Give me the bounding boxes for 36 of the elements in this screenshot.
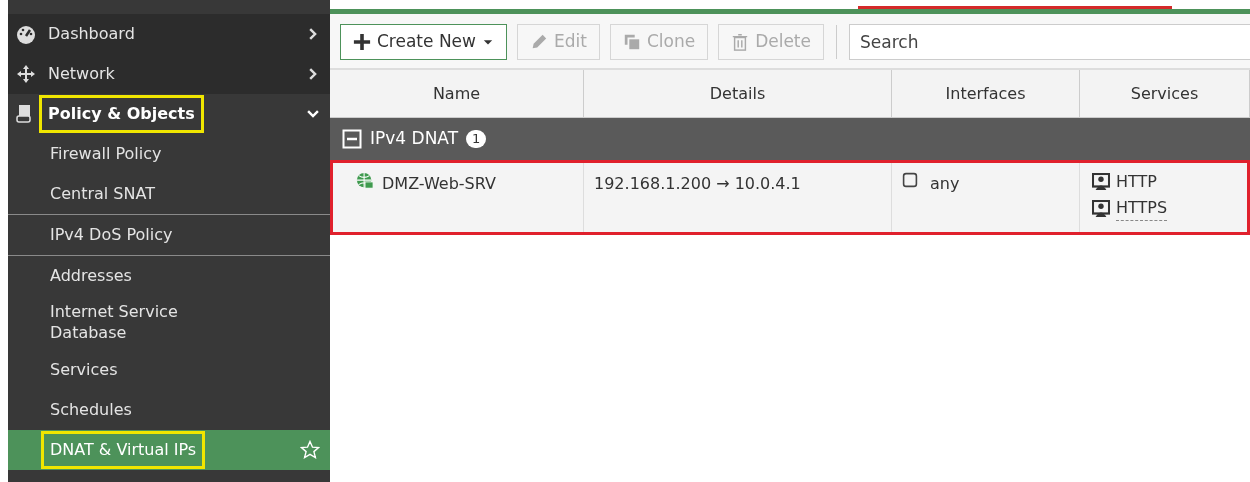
service-link[interactable]: HTTP [1116, 170, 1157, 194]
column-header[interactable]: Details [584, 70, 892, 118]
sidebar-item[interactable]: Firewall Policy [8, 134, 330, 174]
move-arrows-icon [16, 64, 36, 84]
globe-icon [356, 172, 374, 190]
sidebar-item[interactable]: Internet Service Database [8, 296, 330, 350]
table-cell-text: 192.168.1.200 → 10.0.4.1 [594, 173, 801, 195]
table-row[interactable]: DMZ-Web-SRV 192.168.1.200 → 10.0.4.1 any HTTP HTTPS [330, 160, 1250, 235]
create-new-button[interactable]: Create New [340, 24, 507, 60]
sidebar-item[interactable]: Central SNAT [8, 174, 330, 214]
trash-icon [731, 33, 750, 51]
group-label: IPv4 DNAT [370, 127, 459, 151]
clone-icon [622, 33, 641, 51]
sidebar-item[interactable]: Addresses [8, 256, 330, 296]
sidebar-item[interactable]: Policy & Objects [8, 94, 330, 134]
sidebar-item[interactable]: Services [8, 349, 330, 390]
sidebar-item[interactable]: Schedules [8, 389, 330, 430]
monitor-user-icon [1092, 173, 1110, 191]
column-header[interactable]: Services [1080, 70, 1250, 118]
sidebar-item[interactable]: Network [8, 54, 330, 94]
search-field[interactable]: Search [849, 24, 1250, 60]
sidebar-item-selected[interactable]: DNAT & Virtual IPs [8, 429, 330, 470]
checkbox-icon [902, 172, 918, 188]
table-cell-text: DMZ-Web-SRV [382, 173, 496, 195]
star-icon [300, 439, 320, 460]
interface-label: any [930, 173, 960, 195]
column-header[interactable]: Interfaces [892, 70, 1080, 118]
column-header[interactable]: Name [330, 70, 584, 118]
sidebar-item[interactable]: Dashboard [8, 14, 330, 54]
plus-icon [353, 33, 371, 51]
service-link[interactable]: HTTPS [1116, 196, 1168, 221]
monitor-user-icon [1092, 199, 1110, 218]
count-badge: 1 [466, 130, 487, 148]
pencil-icon [530, 33, 548, 51]
sidebar-item[interactable]: IPv4 DoS Policy [8, 215, 330, 255]
gauge-icon [16, 24, 36, 44]
